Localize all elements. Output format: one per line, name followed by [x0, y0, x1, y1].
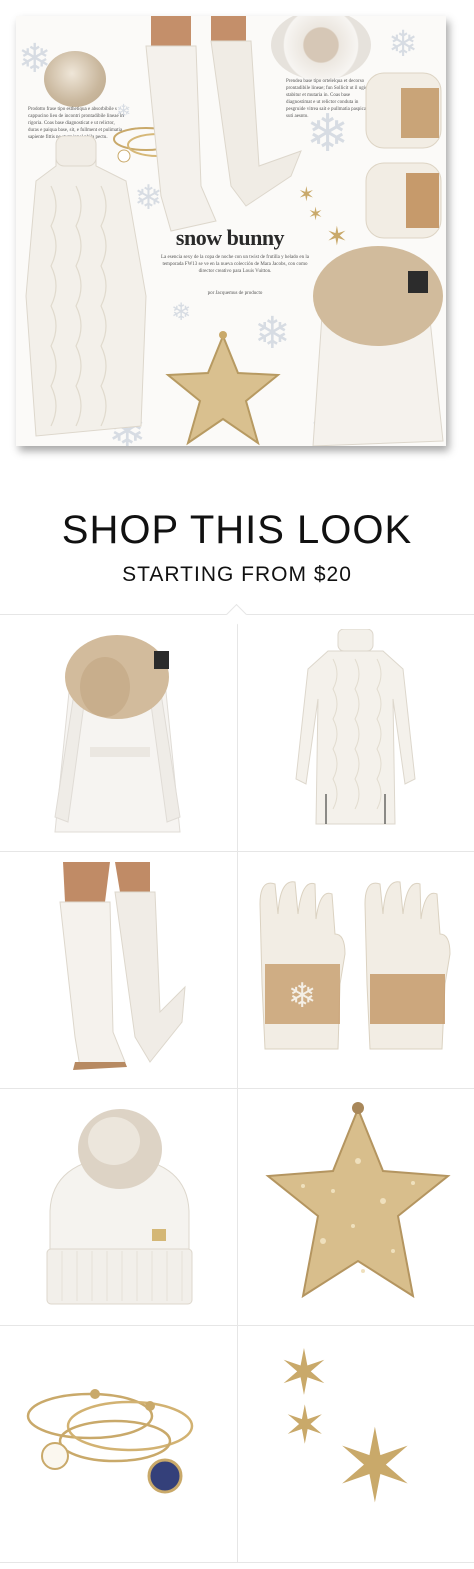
coat-icon: [54, 635, 181, 833]
sweater-dress-icon: [25, 136, 147, 437]
product-tile-boots[interactable]: white over the knee boots: [0, 852, 237, 1088]
snowflake-icon: ❄: [388, 24, 419, 65]
product-tile-bangles[interactable]: charm bangle bracelets: [0, 1326, 237, 1562]
product-tile-beanie[interactable]: cable knit beanie with fur pom: [0, 1089, 237, 1325]
svg-text:❄: ❄: [288, 976, 317, 1016]
coffee-cup-icon: [271, 16, 371, 80]
star-earring-icon: ✶: [333, 1408, 417, 1525]
starting-price: STARTING FROM $20: [122, 563, 352, 586]
boots-icon: [59, 862, 186, 1070]
product-tile-sweater-dress[interactable]: cable knit turtleneck sweater dress: [238, 615, 474, 851]
shop-this-look-heading: SHOP THIS LOOK: [61, 508, 413, 552]
star-clutch-icon: [265, 1102, 451, 1299]
gloves-icon: ❄: [259, 881, 451, 1050]
product-tile-star-earrings[interactable]: gold star earrings ✶ ✶ ✶: [238, 1326, 474, 1562]
collage-subtitle: La esencia sexy de la copa de noche con …: [161, 255, 309, 274]
product-tile-star-clutch[interactable]: gold glitter star clutch: [238, 1089, 474, 1325]
outfit-collage[interactable]: ❄ ❄ ❄ ❄ ❄ ❄ ❄ ❄ ❄ Prodotto frase tipo es…: [0, 0, 474, 470]
product-tile-coat[interactable]: faux fur collar belted coat: [0, 615, 237, 851]
star-clutch-icon: [165, 331, 281, 446]
collage-credit: por Jacquemus de producto: [207, 291, 263, 296]
fur-pom-icon: [44, 51, 106, 107]
grid-divider: [0, 1562, 474, 1563]
bangles-icon: [26, 1389, 194, 1494]
snowflake-icon: ❄: [171, 298, 192, 326]
star-earring-icon: ✶: [283, 1396, 327, 1456]
gloves-icon: [365, 72, 442, 239]
coat-icon: [312, 246, 444, 446]
beanie-icon: [46, 1109, 193, 1305]
star-earring-icon: ✶: [308, 204, 324, 224]
sweater-dress-icon: [295, 629, 416, 825]
collage-title: snow bunny: [175, 225, 285, 250]
product-tile-gloves[interactable]: fair isle knit gloves ❄: [238, 852, 474, 1088]
